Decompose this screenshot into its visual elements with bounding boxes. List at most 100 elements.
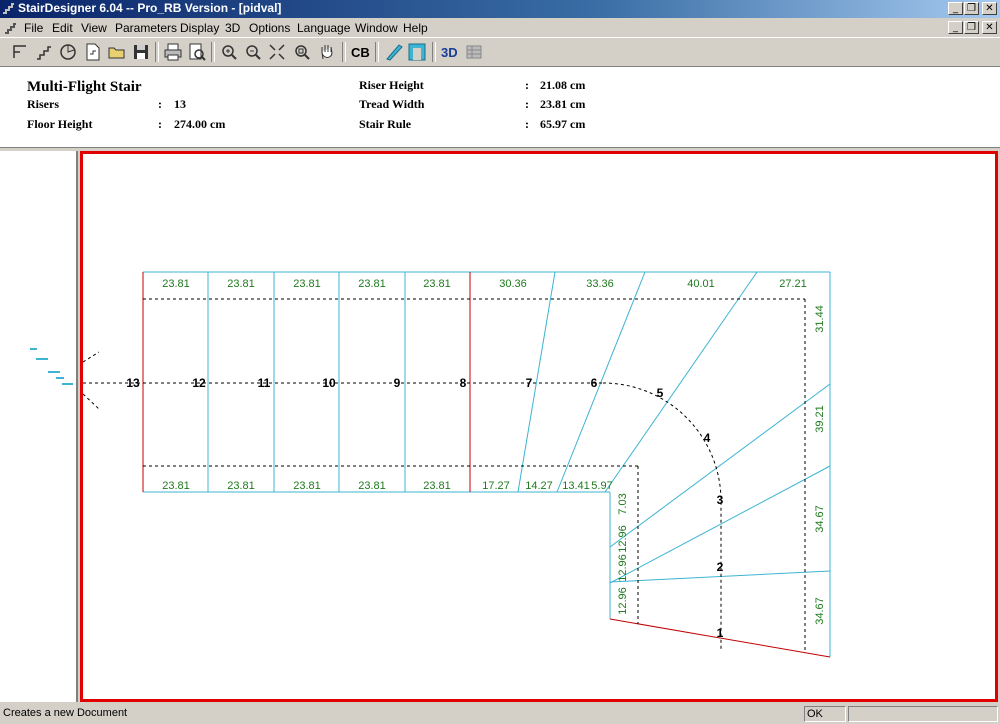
straight-stair-icon[interactable]	[10, 42, 30, 62]
menu-view[interactable]: View	[81, 21, 107, 35]
step-number: 9	[394, 376, 401, 390]
top-tread-width-label: 23.81	[162, 278, 190, 290]
floor-height-value: 274.00 cm	[174, 117, 226, 131]
bottom-tread-width-label: 23.81	[358, 480, 386, 492]
doc-close-button[interactable]: ✕	[982, 21, 997, 34]
toolbar: CB 3D	[0, 37, 1000, 67]
title-bar: StairDesigner 6.04 -- Pro_RB Version - […	[0, 0, 1000, 18]
elevation-view-pane[interactable]	[0, 151, 78, 702]
restore-button[interactable]: ❐	[964, 2, 979, 15]
toolbar-separator	[211, 42, 215, 62]
top-tread-width-label: 30.36	[499, 278, 527, 290]
menu-window[interactable]: Window	[355, 21, 398, 35]
inner-tread-width-label: 7.03	[617, 493, 629, 514]
step-number: 8	[460, 376, 467, 390]
riser-height-value: 21.08 cm	[540, 78, 586, 92]
inner-tread-width-label: 12.96	[617, 554, 629, 582]
step-number: 10	[322, 376, 336, 390]
bottom-tread-width-label: 17.27	[482, 480, 510, 492]
colon: :	[158, 97, 162, 111]
bottom-tread-width-label: 14.27	[525, 480, 553, 492]
top-tread-width-label: 23.81	[358, 278, 386, 290]
stair-rule-label: Stair Rule	[359, 117, 412, 131]
right-tread-width-label: 39.21	[814, 405, 826, 433]
menu-options[interactable]: Options	[249, 21, 290, 35]
inner-tread-width-label: 12.96	[617, 587, 629, 615]
save-icon[interactable]	[131, 42, 151, 62]
minimize-button[interactable]: _	[948, 2, 963, 15]
spiral-stair-icon[interactable]	[58, 42, 78, 62]
status-extra-panel	[848, 706, 998, 722]
colon: :	[525, 97, 529, 111]
colon: :	[525, 117, 529, 131]
close-button[interactable]: ✕	[982, 2, 997, 15]
toolbar-separator	[155, 42, 159, 62]
menu-edit[interactable]: Edit	[52, 21, 73, 35]
plan-view-canvas[interactable]: 23.81 23.81 23.81 23.81 23.81 30.36 33.36 40.01…	[80, 151, 998, 702]
open-folder-icon[interactable]	[107, 42, 127, 62]
print-preview-icon[interactable]	[187, 42, 207, 62]
walk-line	[83, 298, 806, 652]
zoom-out-icon[interactable]	[243, 42, 263, 62]
render-icon[interactable]	[464, 42, 484, 62]
top-tread-width-label: 40.01	[687, 278, 715, 290]
3d-view-button[interactable]: 3D	[441, 45, 458, 60]
menu-language[interactable]: Language	[297, 21, 350, 35]
top-tread-width-label: 23.81	[293, 278, 321, 290]
menu-3d[interactable]: 3D	[225, 21, 240, 35]
menu-help[interactable]: Help	[403, 21, 428, 35]
stair-type-title: Multi-Flight Stair	[27, 79, 142, 95]
zoom-in-icon[interactable]	[219, 42, 239, 62]
straight-tread-lines	[207, 272, 406, 492]
stair-plan-drawing: 23.81 23.81 23.81 23.81 23.81 30.36 33.36 40.01…	[83, 271, 831, 658]
risers-value: 13	[174, 97, 186, 111]
step-number: 2	[717, 560, 724, 574]
menu-display[interactable]: Display	[180, 21, 219, 35]
tread-width-value: 23.81 cm	[540, 97, 586, 111]
new-document-icon[interactable]	[83, 42, 103, 62]
top-tread-width-label: 27.21	[779, 278, 807, 290]
bottom-tread-width-label: 23.81	[423, 480, 451, 492]
print-icon[interactable]	[163, 42, 183, 62]
right-tread-width-label: 34.67	[814, 505, 826, 533]
top-tread-width-label: 33.36	[586, 278, 614, 290]
step-number: 6	[591, 376, 598, 390]
bottom-tread-width-label: 23.81	[162, 480, 190, 492]
toolbar-separator	[342, 42, 346, 62]
elevation-drawing	[30, 348, 73, 385]
status-bar: Creates a new Document OK	[0, 704, 1000, 724]
elevation-steps	[30, 348, 73, 385]
cb-button[interactable]: CB	[351, 45, 370, 60]
toolbar-separator	[375, 42, 379, 62]
inner-tread-width-label: 12.96	[617, 525, 629, 553]
app-icon	[3, 3, 14, 14]
bottom-tread-width-label: 23.81	[227, 480, 255, 492]
floor-height-label: Floor Height	[27, 117, 93, 131]
step-number: 13	[126, 376, 140, 390]
menu-parameters[interactable]: Parameters	[115, 21, 177, 35]
step-number: 12	[192, 376, 206, 390]
document-icon[interactable]	[3, 20, 18, 35]
doc-minimize-button[interactable]: _	[948, 21, 963, 34]
menu-bar: File Edit View Parameters Display 3D Opt…	[0, 18, 1000, 37]
zoom-window-icon[interactable]	[292, 42, 312, 62]
bottom-tread-width-label: 5.97	[591, 480, 612, 492]
right-tread-width-label: 34.67	[814, 597, 826, 625]
toolbar-separator	[432, 42, 436, 62]
colon: :	[525, 78, 529, 92]
stair-profile-icon[interactable]	[34, 42, 54, 62]
bottom-tread-width-label: 23.81	[293, 480, 321, 492]
winder-tread-lines	[517, 271, 831, 584]
status-message: Creates a new Document	[3, 707, 128, 719]
pan-hand-icon[interactable]	[317, 42, 337, 62]
tread-width-label: Tread Width	[359, 97, 425, 111]
zoom-extents-icon[interactable]	[267, 42, 287, 62]
landing-icon[interactable]	[407, 42, 427, 62]
stringer-icon[interactable]	[384, 42, 404, 62]
riser-height-label: Riser Height	[359, 78, 424, 92]
menu-file[interactable]: File	[24, 21, 43, 35]
step-number: 5	[657, 386, 664, 400]
doc-restore-button[interactable]: ❐	[964, 21, 979, 34]
step-number: 4	[704, 431, 711, 445]
right-tread-width-label: 31.44	[814, 305, 826, 333]
